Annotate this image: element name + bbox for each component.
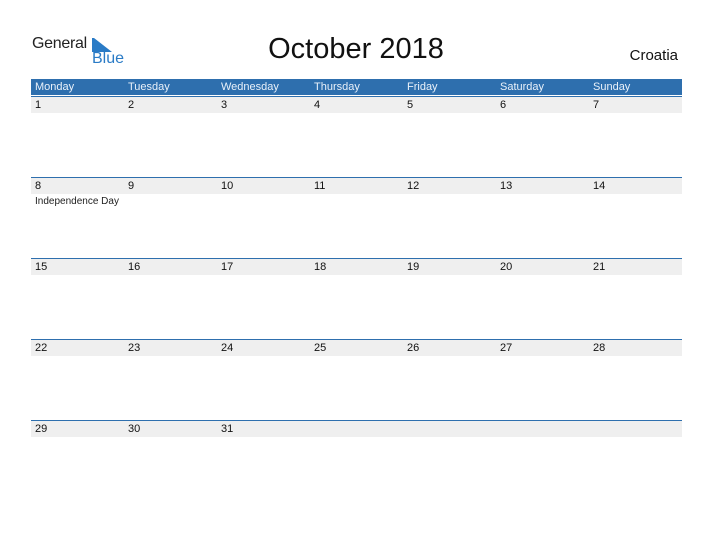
day-number: 18 (314, 261, 327, 273)
day-number: 20 (500, 261, 513, 273)
day-number: 10 (221, 180, 234, 192)
day-event (496, 356, 589, 358)
day-event (403, 113, 496, 115)
day-number: 28 (593, 342, 606, 354)
day-number (496, 421, 589, 437)
date-strip: 15 16 17 18 19 20 21 (31, 259, 682, 275)
day-event (589, 356, 682, 358)
day-number: 29 (35, 423, 48, 435)
day-event (124, 356, 217, 358)
events-row (31, 113, 682, 115)
day-event (496, 194, 589, 207)
weekday-label: Friday (407, 81, 438, 93)
date-strip: 22 23 24 25 26 27 28 (31, 340, 682, 356)
day-number: 3 (221, 99, 228, 111)
day-event: Independence Day (35, 196, 119, 207)
date-strip: 8 9 10 11 12 13 14 (31, 178, 682, 194)
day-event (403, 437, 496, 439)
day-event (403, 275, 496, 277)
day-number: 7 (593, 99, 600, 111)
day-event (124, 194, 217, 207)
week-row: 22 23 24 25 26 27 28 (31, 339, 682, 420)
day-event (217, 356, 310, 358)
weekday-label: Wednesday (221, 81, 279, 93)
day-number: 14 (593, 180, 606, 192)
events-row (31, 275, 682, 277)
day-number: 25 (314, 342, 327, 354)
day-event (31, 437, 124, 439)
day-event (589, 437, 682, 439)
day-number: 2 (128, 99, 135, 111)
day-number: 23 (128, 342, 141, 354)
day-number: 30 (128, 423, 141, 435)
day-number: 16 (128, 261, 141, 273)
day-event (310, 437, 403, 439)
day-number: 22 (35, 342, 48, 354)
day-event (310, 194, 403, 207)
day-event (217, 437, 310, 439)
day-event (310, 113, 403, 115)
day-event (496, 113, 589, 115)
weekday-label: Thursday (314, 81, 360, 93)
day-number: 4 (314, 99, 321, 111)
week-row: 29 30 31 (31, 420, 682, 501)
events-row: Independence Day (31, 194, 682, 207)
day-number: 17 (221, 261, 234, 273)
day-event (217, 194, 310, 207)
day-event (31, 113, 124, 115)
day-number (310, 421, 403, 437)
calendar-title: October 2018 (268, 33, 444, 65)
day-number: 13 (500, 180, 513, 192)
day-number: 24 (221, 342, 234, 354)
country-label: Croatia (629, 47, 678, 64)
day-event (31, 275, 124, 277)
day-number: 19 (407, 261, 420, 273)
day-event (589, 113, 682, 115)
weekday-label: Tuesday (128, 81, 170, 93)
day-event (496, 437, 589, 439)
day-number: 9 (128, 180, 135, 192)
day-number: 1 (35, 99, 42, 111)
date-strip: 1 2 3 4 5 6 7 (31, 97, 682, 113)
day-event (217, 113, 310, 115)
day-number: 6 (500, 99, 507, 111)
day-event (124, 113, 217, 115)
weekday-header: Monday Tuesday Wednesday Thursday Friday… (31, 79, 682, 95)
day-number: 5 (407, 99, 414, 111)
date-strip: 29 30 31 (31, 421, 682, 437)
day-event (496, 275, 589, 277)
day-event (217, 275, 310, 277)
day-event (310, 356, 403, 358)
day-event (589, 275, 682, 277)
day-number: 27 (500, 342, 513, 354)
weekday-label: Sunday (593, 81, 631, 93)
day-number: 15 (35, 261, 48, 273)
day-number: 11 (314, 180, 326, 192)
day-event (403, 356, 496, 358)
day-number (403, 421, 496, 437)
week-row: 1 2 3 4 5 6 7 (31, 96, 682, 177)
events-row (31, 356, 682, 358)
weekday-label: Saturday (500, 81, 545, 93)
weekday-label: Monday (35, 81, 75, 93)
day-event (124, 275, 217, 277)
day-number: 31 (221, 423, 234, 435)
day-number (589, 421, 682, 437)
day-number: 26 (407, 342, 420, 354)
events-row (31, 437, 682, 439)
day-event (589, 194, 682, 207)
day-event (124, 437, 217, 439)
day-number: 12 (407, 180, 420, 192)
day-event (403, 194, 496, 207)
day-event (310, 275, 403, 277)
week-row: 15 16 17 18 19 20 21 (31, 258, 682, 339)
day-event (31, 356, 124, 358)
day-number: 8 (35, 180, 42, 192)
day-number: 21 (593, 261, 606, 273)
week-row: 8 9 10 11 12 13 14 Independence Day (31, 177, 682, 258)
